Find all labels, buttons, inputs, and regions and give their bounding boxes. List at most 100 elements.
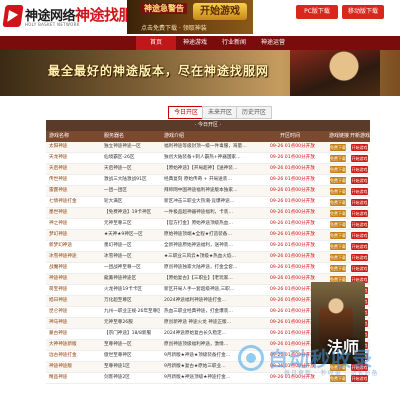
- nav-item-games[interactable]: 神途游戏: [175, 36, 215, 50]
- game-description: 【原始神途】【开局超神】【送神装…: [164, 166, 238, 171]
- download-button[interactable]: 免费下载: [330, 143, 346, 151]
- game-name[interactable]: 蒙古神途: [49, 329, 101, 339]
- col-header-link: 游戏链接: [329, 133, 350, 139]
- start-game-button[interactable]: 开始游戏: [351, 176, 368, 184]
- banner-start-button[interactable]: 开始游戏: [193, 3, 247, 20]
- download-button[interactable]: 免费下载: [330, 187, 346, 195]
- game-name[interactable]: 梦幻神途: [49, 230, 101, 240]
- game-name[interactable]: 天龙神途: [49, 153, 101, 163]
- start-game-button[interactable]: 开始游戏: [351, 154, 368, 162]
- mobile-download-button[interactable]: 移动版下载: [342, 5, 384, 19]
- download-button[interactable]: 免费下载: [330, 264, 346, 272]
- server-name: 独立神途神途一区: [104, 144, 141, 149]
- game-name[interactable]: 大神神途新版: [49, 340, 101, 350]
- game-description: 原创新神途 神途火龙 神途正版…: [164, 320, 232, 325]
- game-name[interactable]: 天启神途: [49, 164, 101, 174]
- server-name: 九州一职业正规·26年至尊区: [104, 309, 160, 314]
- table-row[interactable]: 战魔神途 一团战神至尊一区 原创神途独家大陆神途，打金全套… 09-26 01点00分…: [46, 263, 370, 274]
- banner-subtitle: 点击免费下载 · 领取神装: [141, 25, 207, 32]
- watermark: 自动秒收录 每日更新 · 秒收录 · 站长必备: [238, 341, 383, 379]
- nav-item-home[interactable]: 首页: [136, 36, 176, 50]
- open-time: 09-26 01点00分开放: [270, 265, 315, 270]
- pc-download-button[interactable]: PC版下载: [296, 5, 338, 19]
- table-row[interactable]: 七情神途打金 轮大满区 新区冲击三职业大热潮·竞爆神途… 09-26 01点00分开放…: [46, 197, 370, 208]
- download-button[interactable]: 免费下载: [330, 176, 346, 184]
- game-description: 热血三职业经典神途，打金爆装…: [164, 309, 233, 314]
- table-row[interactable]: 天龙神途 仙境霸区-26区 独创大陆装备+刺人霸热+神器国家… 09-26 01点00…: [46, 153, 370, 164]
- table-row[interactable]: 冰雪神途神途 冰雪神途一区 ★三职业三风云★顶级★热血火焰… 09-26 01点00分…: [46, 252, 370, 263]
- game-description: 全新神途原始神途福利，送神装…: [164, 243, 233, 248]
- start-game-button[interactable]: 开始游戏: [351, 231, 368, 239]
- game-name[interactable]: 战魔神途: [49, 263, 101, 273]
- game-name[interactable]: 传世神途: [49, 175, 101, 185]
- site-logo[interactable]: 神途网络神途找服网 HOLY BASKET NETWORK: [2, 3, 148, 33]
- game-description: 【官方打金】原始神途顶级热血…: [164, 221, 233, 226]
- start-game-button[interactable]: 开始游戏: [351, 165, 368, 173]
- game-description: 新区开局人手一套超级神途,三职…: [164, 287, 235, 292]
- game-name[interactable]: 昆仑神途: [49, 307, 101, 317]
- game-name[interactable]: 萌宝神途: [49, 285, 101, 295]
- top-ad-banner[interactable]: 神途急警告 开始游戏 点击免费下载 · 领取神装: [127, 0, 253, 34]
- download-button[interactable]: 免费下载: [330, 242, 346, 250]
- server-name: 一团战神至尊一区: [104, 265, 141, 270]
- download-button[interactable]: 免费下载: [330, 154, 346, 162]
- tab-future[interactable]: 未来开区: [202, 106, 238, 119]
- game-name[interactable]: 冰雪神途神途: [49, 252, 101, 262]
- game-name[interactable]: 神马神途: [49, 318, 101, 328]
- open-time: 09-26 01点00分开放: [270, 232, 315, 237]
- server-name: 至尊神途一区: [104, 342, 132, 347]
- start-game-button[interactable]: 开始游戏: [351, 253, 368, 261]
- start-game-button[interactable]: 开始游戏: [351, 198, 368, 206]
- table-row[interactable]: 新梦幻神途 墨幻神途一区 全新神途原始神途福利，送神装… 09-26 01点00分开放…: [46, 241, 370, 252]
- watermark-subtext: 每日更新 · 秒收录 · 站长必备: [284, 370, 379, 377]
- game-name[interactable]: 神途神途版: [49, 362, 101, 372]
- server-name: 天启神途一区: [104, 166, 132, 171]
- download-button[interactable]: 免费下载: [330, 220, 346, 228]
- table-row[interactable]: 天启神途 天启神途一区 【原始神途】【开局超神】【送神装… 09-26 01点00分开…: [46, 164, 370, 175]
- server-name: 冰雪神途一区: [104, 254, 132, 259]
- table-row[interactable]: 雷霆神途 一团一团区 拜师网中国神途福利神途版本独家… 09-26 01点00分开放 免…: [46, 186, 370, 197]
- nav-item-operations[interactable]: 神途运营: [253, 36, 293, 50]
- server-name: 激战三大陆激战91区: [104, 177, 147, 182]
- server-name: 轮大满区: [104, 199, 123, 204]
- main-nav: 首页 神途游戏 行业新闻 神途运营: [0, 36, 400, 50]
- open-time: 09-26 01点00分开放: [270, 166, 315, 171]
- download-button[interactable]: 免费下载: [330, 198, 346, 206]
- game-name[interactable]: 精品神途: [49, 373, 101, 383]
- server-name: 墨幻神途一区: [104, 243, 132, 248]
- table-row[interactable]: 传世神途 激战三大陆激战91区 经典复刻 原始传奇 + 开局送装… 09-26 01点…: [46, 175, 370, 186]
- game-name[interactable]: 雷霆神途: [49, 186, 101, 196]
- download-button[interactable]: 免费下载: [330, 253, 346, 261]
- server-name: ★天神★9神区一区: [104, 232, 143, 237]
- table-row[interactable]: 太阳神途 独立神途神途一区 福利神途等级封顶一级一件毒服，海量… 09-26 01点0…: [46, 142, 370, 153]
- tab-history[interactable]: 历史开区: [236, 106, 272, 119]
- game-name[interactable]: 旭日神途: [49, 296, 101, 306]
- download-button[interactable]: 免费下载: [330, 165, 346, 173]
- table-row[interactable]: 梦幻神途 ★天神★9神区一区 原始神途顶端★全程★打造装备… 09-26 01点00分…: [46, 230, 370, 241]
- tab-today[interactable]: 今日开区: [168, 106, 204, 119]
- logo-subtitle: HOLY BASKET NETWORK: [25, 22, 80, 27]
- start-game-button[interactable]: 开始游戏: [351, 209, 368, 217]
- site-header: 神途网络神途找服网 HOLY BASKET NETWORK 神途急警告 开始游戏…: [0, 0, 400, 36]
- game-description: 独创大陆装备+刺人霸热+神器国家…: [164, 155, 241, 160]
- game-name[interactable]: 神之神途: [49, 219, 101, 229]
- start-game-button[interactable]: 开始游戏: [351, 187, 368, 195]
- table-row[interactable]: 墨世神途 【免费神途】19卡神区 一件极品超神器神途福利，卡装… 09-26 01点0…: [46, 208, 370, 219]
- game-name[interactable]: 墨世神途: [49, 208, 101, 218]
- game-description: 2024神途福利神途神途打金…: [164, 298, 227, 303]
- nav-item-news[interactable]: 行业新闻: [214, 36, 254, 50]
- table-row[interactable]: 神之神途 元神至尊三区 【官方打金】原始神途顶级热血… 09-26 01点00分开放 免…: [46, 219, 370, 230]
- start-game-button[interactable]: 开始游戏: [351, 143, 368, 151]
- game-name[interactable]: 神途神途: [49, 274, 101, 284]
- start-game-button[interactable]: 开始游戏: [351, 264, 368, 272]
- download-button[interactable]: 免费下载: [330, 209, 346, 217]
- game-name[interactable]: 七情神途打金: [49, 197, 101, 207]
- start-game-button[interactable]: 开始游戏: [351, 242, 368, 250]
- open-time: 09-26 01点00分开放: [270, 221, 315, 226]
- download-button[interactable]: 免费下载: [330, 231, 346, 239]
- game-name[interactable]: 太阳神途: [49, 142, 101, 152]
- start-game-button[interactable]: 开始游戏: [351, 220, 368, 228]
- game-name[interactable]: 新梦幻神途: [49, 241, 101, 251]
- hero-banner[interactable]: 最全最好的神途版本，尽在神途找服网: [0, 50, 400, 96]
- game-name[interactable]: 远古神途打金: [49, 351, 101, 361]
